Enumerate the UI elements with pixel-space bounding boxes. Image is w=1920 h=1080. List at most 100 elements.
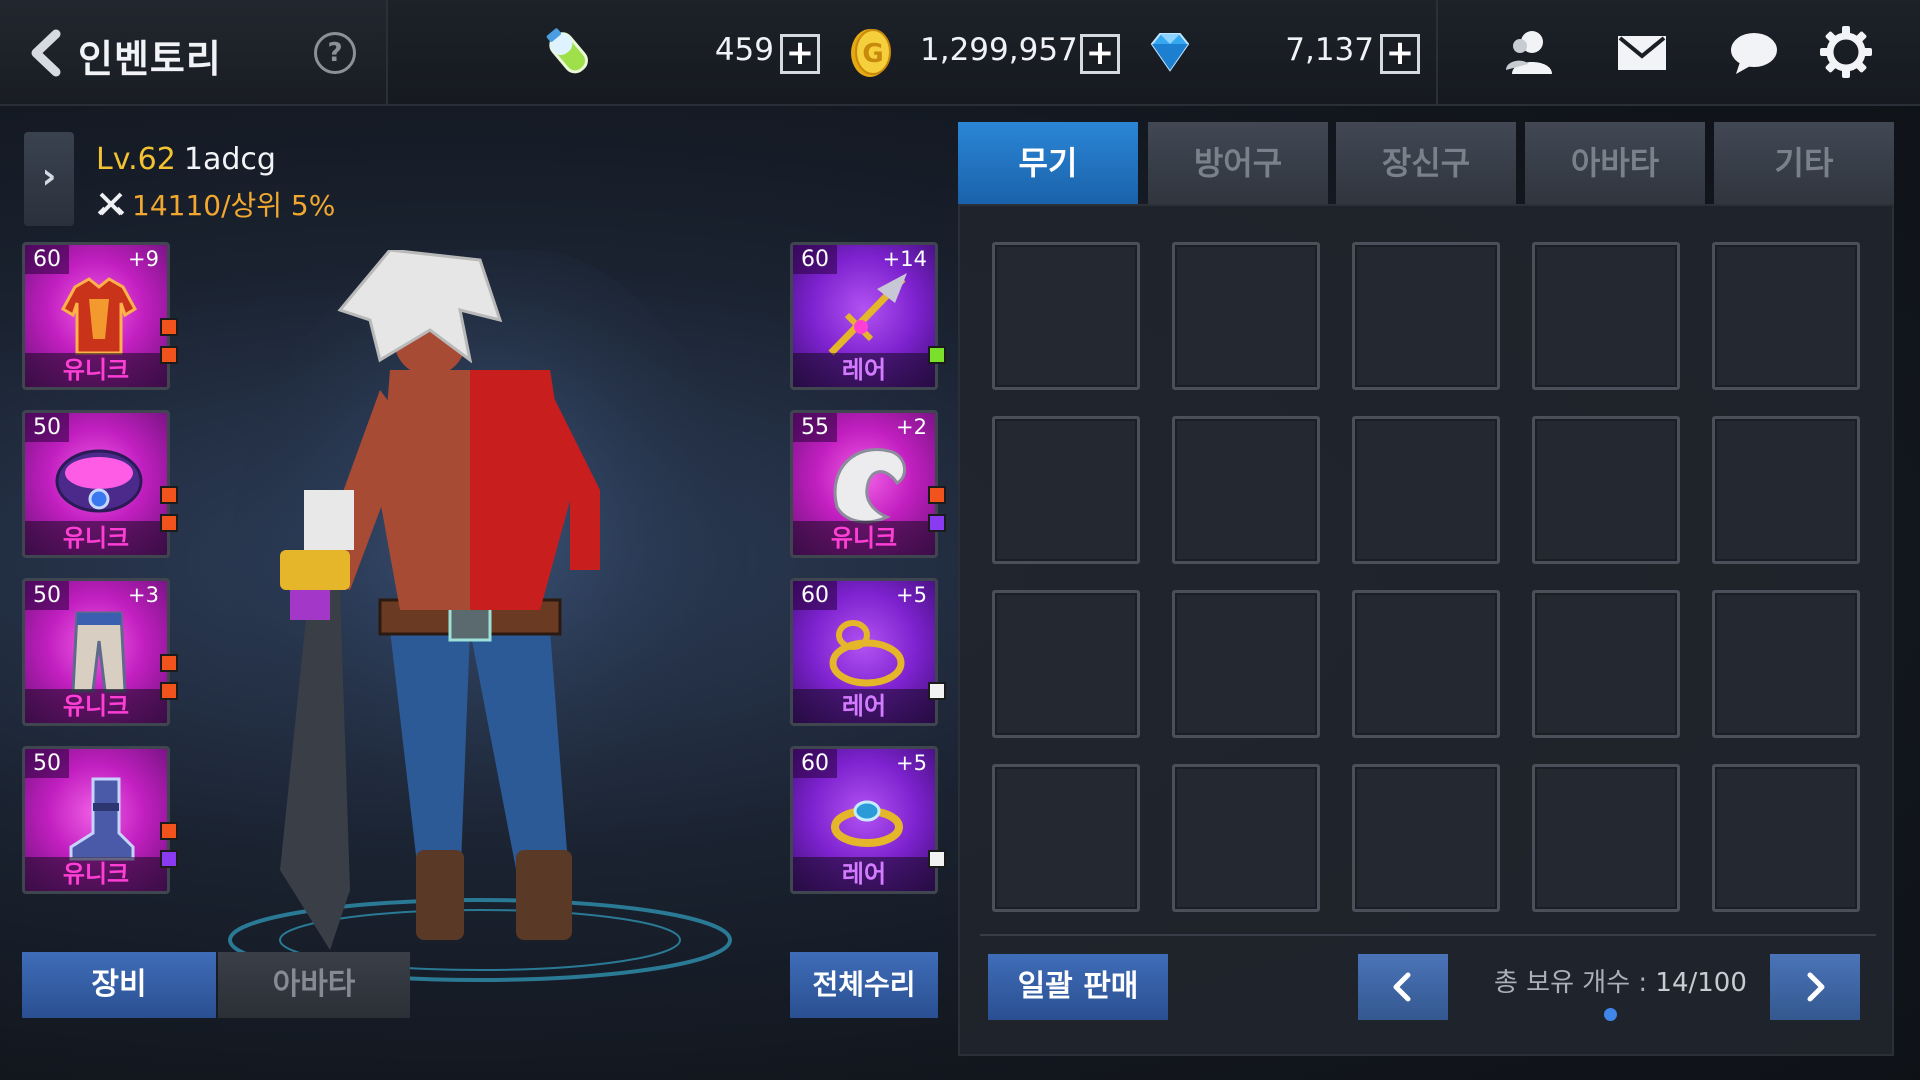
slot-enhance: +9 xyxy=(128,247,159,271)
character-header: Lv.62 1adcg xyxy=(96,142,276,177)
slot-grade: 레어 xyxy=(793,857,935,891)
stamina-value: 459 xyxy=(714,32,774,68)
socket-gem-orange xyxy=(160,346,178,364)
friends-icon[interactable] xyxy=(1502,24,1558,80)
inventory-slot[interactable] xyxy=(1172,590,1320,738)
inventory-slot[interactable] xyxy=(1172,764,1320,912)
socket-gem-purple xyxy=(928,514,946,532)
inventory-slot[interactable] xyxy=(1352,242,1500,390)
inventory-slot[interactable] xyxy=(1712,764,1860,912)
item-count-label: 총 보유 개수 : xyxy=(1494,968,1648,998)
equip-slot-shoulder[interactable]: 55 +2 유니크 xyxy=(790,410,938,558)
item-count-value: 14/100 xyxy=(1655,968,1747,998)
inventory-slot[interactable] xyxy=(992,416,1140,564)
equip-slot-boots[interactable]: 50 유니크 xyxy=(22,746,170,894)
repair-all-button[interactable]: 전체수리 xyxy=(790,952,938,1018)
inventory-panel: 일괄 판매 총 보유 개수 : 14/100 xyxy=(958,204,1894,1056)
socket-gem-orange xyxy=(160,318,178,336)
crossed-swords-icon xyxy=(97,192,125,216)
inventory-slot[interactable] xyxy=(1532,764,1680,912)
back-arrow-icon[interactable] xyxy=(24,28,66,78)
inventory-slot[interactable] xyxy=(1532,242,1680,390)
slot-enhance: +5 xyxy=(896,751,927,775)
inventory-slot[interactable] xyxy=(1352,590,1500,738)
item-count: 총 보유 개수 : 14/100 xyxy=(1494,962,1747,999)
inventory-slot[interactable] xyxy=(1352,416,1500,564)
inventory-slot[interactable] xyxy=(1712,416,1860,564)
slot-enhance: +3 xyxy=(128,583,159,607)
inventory-tabs: 무기 방어구 장신구 아바타 기타 xyxy=(958,122,1894,204)
socket-gem-orange xyxy=(160,514,178,532)
character-level: Lv.62 xyxy=(96,142,176,177)
socket-gem-orange xyxy=(160,654,178,672)
next-page-button[interactable] xyxy=(1770,954,1860,1020)
mail-icon[interactable] xyxy=(1614,24,1670,80)
inventory-slot[interactable] xyxy=(1352,764,1500,912)
inventory-slot[interactable] xyxy=(992,242,1140,390)
inventory-slot[interactable] xyxy=(1532,590,1680,738)
socket-gem-empty xyxy=(928,682,946,700)
equip-slot-necklace[interactable]: 60 +5 레어 xyxy=(790,578,938,726)
inventory-slot[interactable] xyxy=(1172,242,1320,390)
page-title: 인벤토리 xyxy=(78,37,222,81)
slot-grade: 유니크 xyxy=(25,521,167,555)
top-divider xyxy=(1436,0,1438,104)
tab-misc[interactable]: 기타 xyxy=(1714,122,1894,204)
prev-page-button[interactable] xyxy=(1358,954,1448,1020)
slot-grade: 유니크 xyxy=(25,689,167,723)
combat-power-rank: 14110/상위 5% xyxy=(132,189,336,222)
equip-slot-pants[interactable]: 50 +3 유니크 xyxy=(22,578,170,726)
equip-slot-ring[interactable]: 60 +5 레어 xyxy=(790,746,938,894)
add-gems-button[interactable]: + xyxy=(1380,34,1420,74)
page-indicator xyxy=(1604,1008,1617,1021)
settings-gear-icon[interactable] xyxy=(1818,24,1874,80)
socket-gem-orange xyxy=(928,486,946,504)
inventory-slot[interactable] xyxy=(1172,416,1320,564)
weapon-icon xyxy=(828,273,907,356)
ring-icon xyxy=(831,800,903,847)
slot-enhance: +2 xyxy=(896,415,927,439)
divider xyxy=(980,934,1876,936)
belt-icon xyxy=(55,449,143,513)
diamond-icon xyxy=(1142,24,1198,80)
slot-grade: 레어 xyxy=(793,353,935,387)
pants-icon xyxy=(71,611,127,693)
socket-gem-orange xyxy=(160,486,178,504)
gems-value: 7,137 xyxy=(1285,32,1374,68)
expand-info-button[interactable]: › xyxy=(24,132,74,226)
slot-grade: 유니크 xyxy=(25,857,167,891)
character-model xyxy=(228,250,750,982)
equip-slot-belt[interactable]: 50 유니크 xyxy=(22,410,170,558)
tab-armor[interactable]: 방어구 xyxy=(1148,122,1328,204)
inventory-slot[interactable] xyxy=(1712,590,1860,738)
bulk-sell-button[interactable]: 일괄 판매 xyxy=(988,954,1168,1020)
add-gold-button[interactable]: + xyxy=(1080,34,1120,74)
boots-icon xyxy=(69,777,135,861)
inventory-slot[interactable] xyxy=(992,764,1140,912)
tab-avatar[interactable]: 아바타 xyxy=(218,952,410,1018)
chevron-right-icon xyxy=(1807,972,1825,1002)
title-area: 인벤토리 ? xyxy=(0,0,388,104)
chat-icon[interactable] xyxy=(1726,24,1782,80)
help-icon[interactable]: ? xyxy=(314,32,356,74)
inventory-slot[interactable] xyxy=(1532,416,1680,564)
add-stamina-button[interactable]: + xyxy=(780,34,820,74)
combat-power: 14110/상위 5% xyxy=(96,184,335,224)
tab-accessory[interactable]: 장신구 xyxy=(1336,122,1516,204)
socket-gem-empty xyxy=(928,850,946,868)
slot-enhance: +5 xyxy=(896,583,927,607)
tab-equipment[interactable]: 장비 xyxy=(22,952,216,1018)
socket-gem-green xyxy=(928,346,946,364)
tab-weapon[interactable]: 무기 xyxy=(958,122,1138,204)
inventory-slot[interactable] xyxy=(992,590,1140,738)
inventory-slot[interactable] xyxy=(1712,242,1860,390)
shoulder-guard-icon xyxy=(833,448,906,524)
armor-icon xyxy=(60,277,138,355)
gold-coin-icon: G xyxy=(842,24,898,80)
socket-gem-orange xyxy=(160,682,178,700)
equip-slot-armor[interactable]: 60 +9 유니크 xyxy=(22,242,170,390)
necklace-icon xyxy=(829,620,905,687)
equip-slot-weapon[interactable]: 60 +14 레어 xyxy=(790,242,938,390)
tab-avatar-items[interactable]: 아바타 xyxy=(1525,122,1705,204)
socket-gem-orange xyxy=(160,822,178,840)
